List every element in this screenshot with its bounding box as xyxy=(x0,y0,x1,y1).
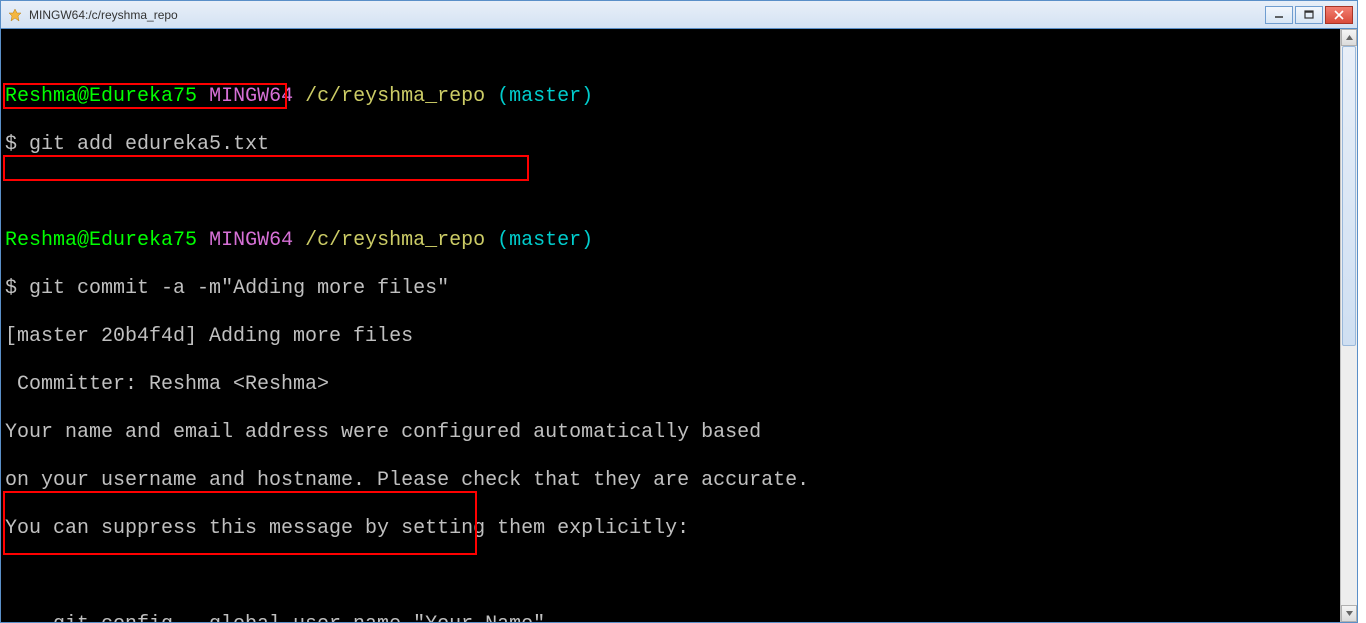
scroll-up-button[interactable] xyxy=(1341,29,1357,46)
output-line: Your name and email address were configu… xyxy=(5,421,1353,445)
close-button[interactable] xyxy=(1325,6,1353,24)
window-controls xyxy=(1265,6,1353,24)
titlebar[interactable]: MINGW64:/c/reyshma_repo xyxy=(1,1,1357,29)
scroll-thumb[interactable] xyxy=(1342,46,1356,346)
output-line: You can suppress this message by setting… xyxy=(5,517,1353,541)
terminal-line: Reshma@Edureka75 MINGW64 /c/reyshma_repo… xyxy=(5,61,1353,622)
output-line: [master 20b4f4d] Adding more files xyxy=(5,325,1353,349)
vertical-scrollbar[interactable] xyxy=(1340,29,1357,622)
maximize-button[interactable] xyxy=(1295,6,1323,24)
terminal-area[interactable]: Reshma@Edureka75 MINGW64 /c/reyshma_repo… xyxy=(1,29,1357,622)
blank-line xyxy=(5,565,1353,589)
command-line: $ git commit -a -m"Adding more files" xyxy=(5,277,1353,301)
output-line: on your username and hostname. Please ch… xyxy=(5,469,1353,493)
prompt-line: Reshma@Edureka75 MINGW64 /c/reyshma_repo… xyxy=(5,85,1353,109)
command-line: $ git add edureka5.txt xyxy=(5,133,1353,157)
blank-line xyxy=(5,181,1353,205)
app-icon xyxy=(7,7,23,23)
window-title: MINGW64:/c/reyshma_repo xyxy=(29,8,178,22)
scroll-down-button[interactable] xyxy=(1341,605,1357,622)
minimize-button[interactable] xyxy=(1265,6,1293,24)
prompt-line: Reshma@Edureka75 MINGW64 /c/reyshma_repo… xyxy=(5,229,1353,253)
output-line: Committer: Reshma <Reshma> xyxy=(5,373,1353,397)
terminal-window: MINGW64:/c/reyshma_repo Reshma@Edureka75… xyxy=(0,0,1358,623)
output-line: git config --global user.name "Your Name… xyxy=(5,613,1353,622)
